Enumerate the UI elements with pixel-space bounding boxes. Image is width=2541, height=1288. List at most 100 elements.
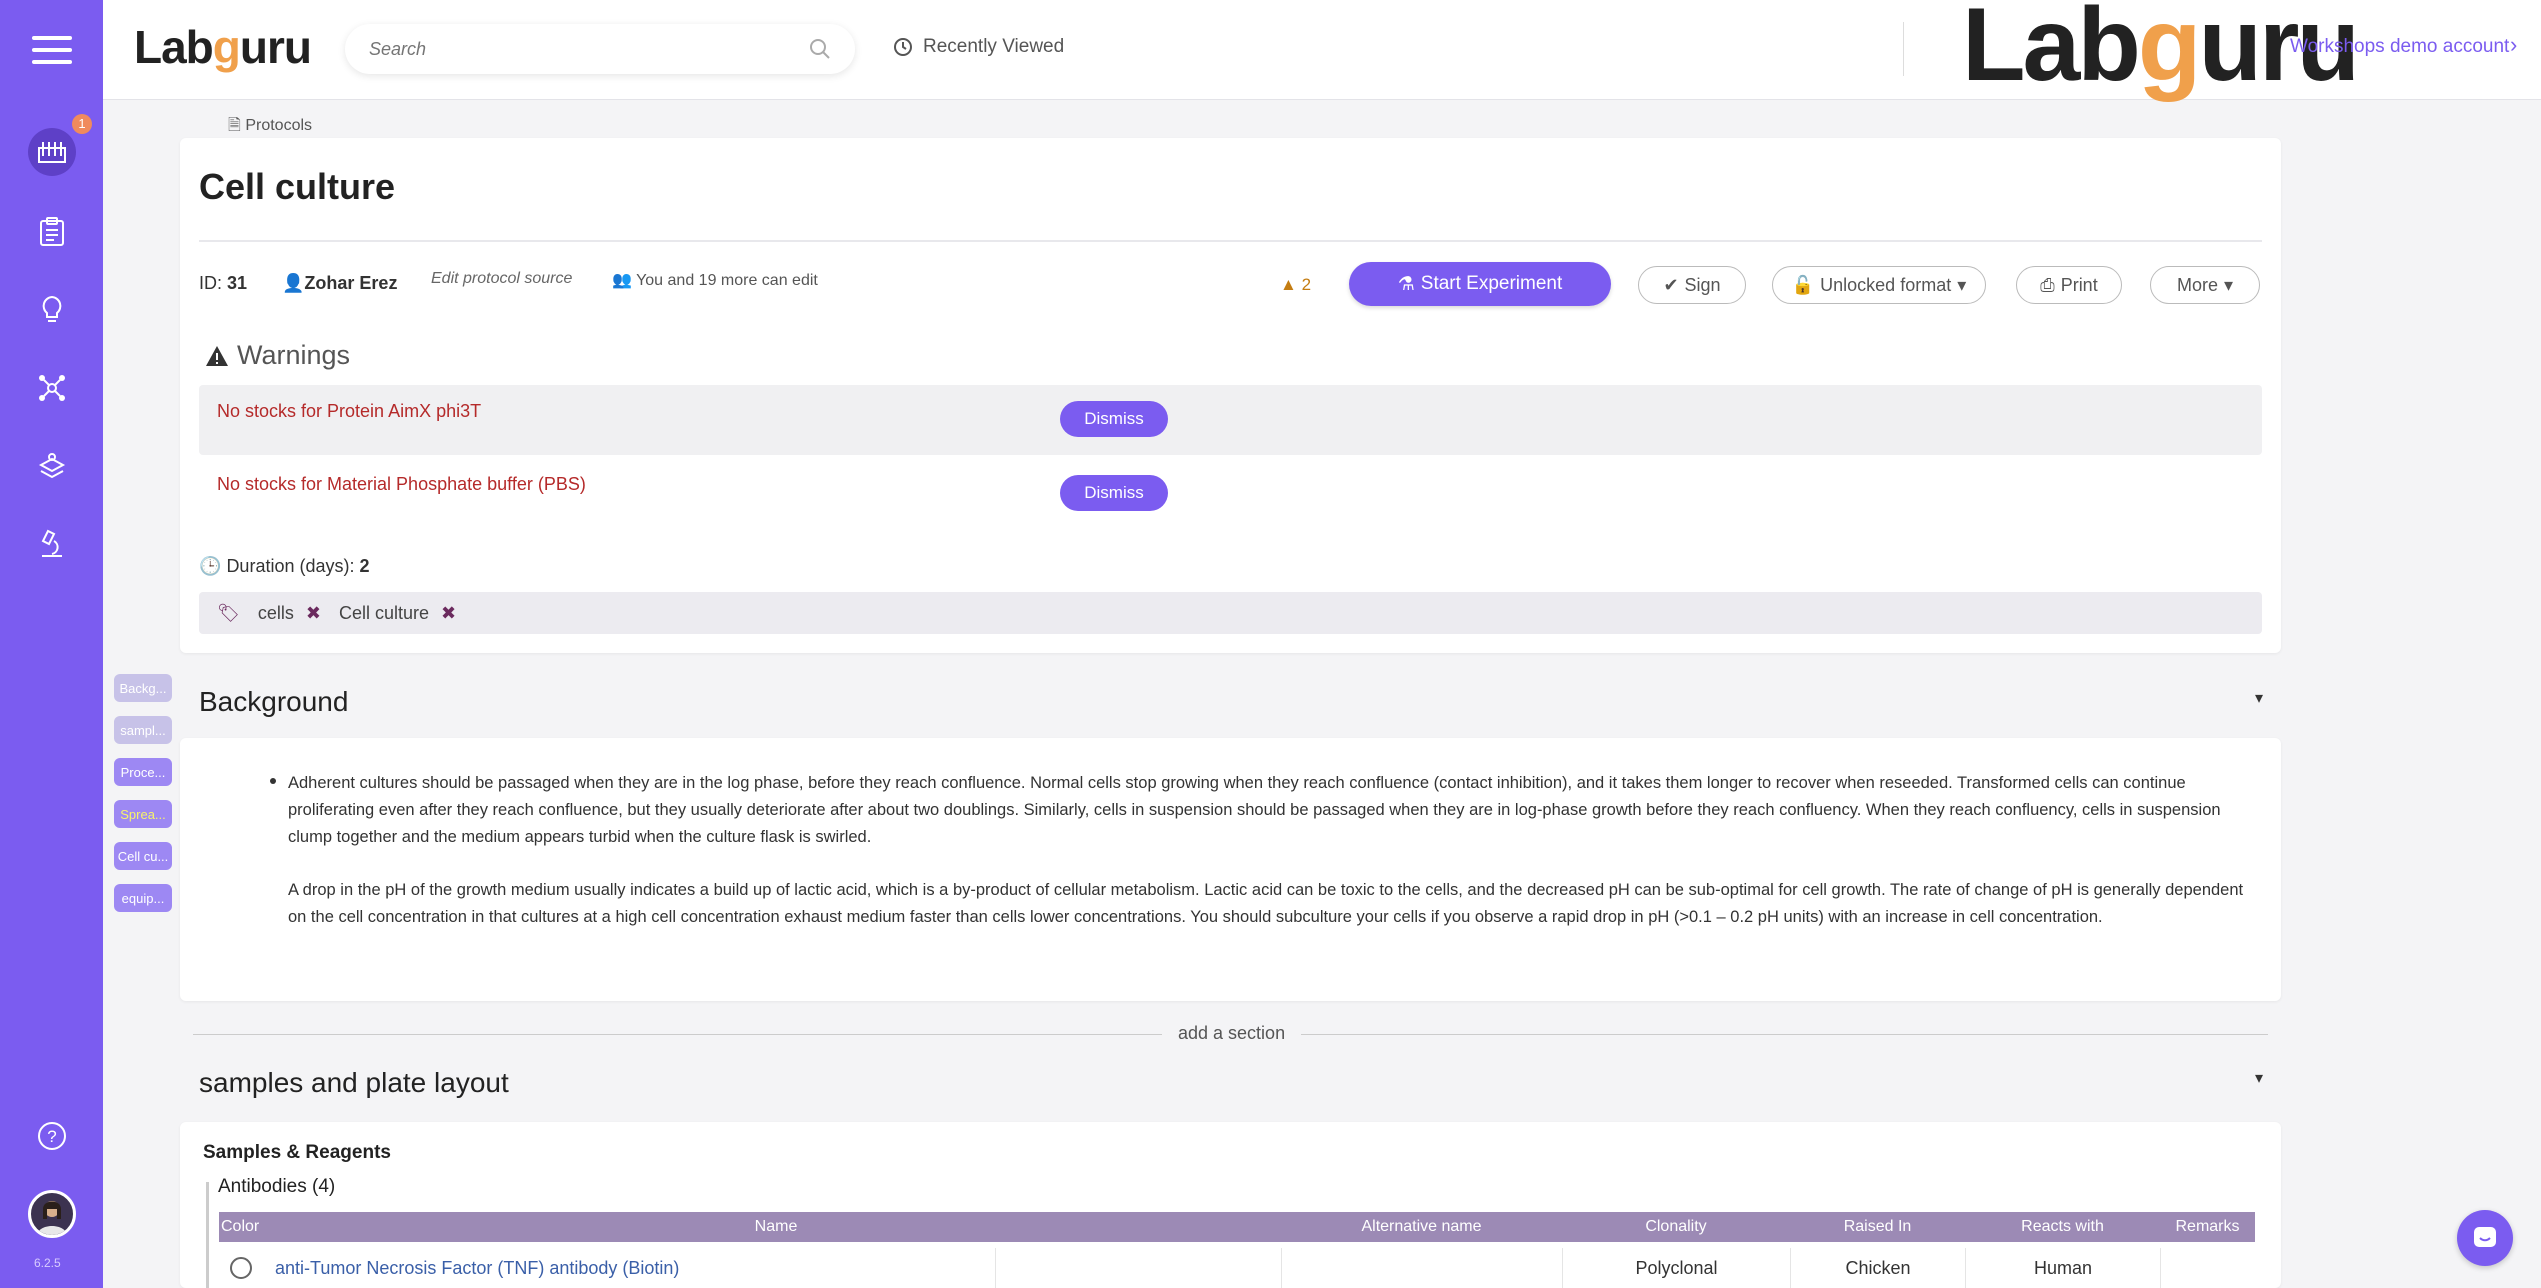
tag-label: cells [257,602,294,623]
help-icon[interactable]: ? [28,1112,76,1160]
column-header[interactable]: Alternative name [1281,1212,1562,1242]
section-nav-item[interactable]: Proce... [114,758,172,786]
owner[interactable]: 👤Zohar Erez [282,273,397,294]
collapse-caret-icon[interactable]: ▾ [2255,1068,2263,1088]
collapse-caret-icon[interactable]: ▾ [2255,688,2263,708]
clock-icon: 🕒 [199,556,222,576]
column-header[interactable]: Raised In [1790,1212,1965,1242]
lightbulb-icon[interactable] [28,286,76,334]
recently-viewed-button[interactable]: Recently Viewed [893,36,1064,58]
table-header: Color Name Alternative name Clonality Ra… [219,1212,2255,1242]
dismiss-button[interactable]: Dismiss [1060,475,1168,511]
samples-reagents-label: Samples & Reagents [203,1142,391,1163]
remove-tag-icon[interactable]: ✖ [441,603,456,624]
search-box[interactable] [345,24,855,74]
tag[interactable]: Cell culture ✖ [339,603,456,624]
chat-launcher-icon[interactable] [2457,1210,2513,1266]
user-icon: 👤 [282,273,305,293]
chevron-right-icon[interactable]: › [2510,32,2517,58]
section-title-background[interactable]: Background [199,686,348,718]
row-select-radio[interactable] [230,1257,252,1279]
background-paragraph[interactable]: A drop in the pH of the growth medium us… [288,877,2248,931]
section-nav-item[interactable]: sampl... [114,716,172,744]
section-nav-item[interactable]: Backg... [114,674,172,702]
remove-tag-icon[interactable]: ✖ [306,603,321,624]
table-row[interactable]: anti-Tumor Necrosis Factor (TNF) antibod… [219,1248,2255,1288]
warning-icon: ▲ [1280,275,1297,294]
print-button[interactable]: ⎙ Print [2016,266,2122,304]
duration-value: 2 [359,556,370,576]
search-icon[interactable] [809,38,831,60]
network-icon[interactable] [28,364,76,412]
warnings-heading: Warnings [205,340,350,371]
warning-count[interactable]: ▲ 2 [1280,275,1311,295]
title-divider [199,240,2262,242]
background-paragraph[interactable]: Adherent cultures should be passaged whe… [288,770,2248,851]
warning-text: No stocks for Material Phosphate buffer … [217,474,586,494]
warning-icon [206,345,228,366]
raised-in-cell: Chicken [1790,1248,1965,1288]
duration-label: Duration (days): [226,556,355,576]
experiments-icon[interactable] [28,128,76,176]
warning-text: No stocks for Protein AimX phi3T [217,401,482,421]
dismiss-button[interactable]: Dismiss [1060,401,1168,437]
clipboard-icon[interactable] [28,208,76,256]
tag[interactable]: cells ✖ [258,603,321,624]
header-divider [1903,22,1904,76]
print-label: Print [2060,274,2098,295]
breadcrumb: 🗎 Protocols [228,114,2236,136]
editors-info[interactable]: 👥 You and 19 more can edit [612,270,818,290]
history-icon [894,38,912,56]
section-nav-item[interactable]: Cell cu... [114,842,172,870]
flask-icon: ⚗ [1397,273,1415,295]
tag-icon[interactable]: 🏷 [217,603,240,624]
caret-down-icon: ▾ [2223,274,2234,295]
document-icon: 🗎 [228,117,241,134]
page-title[interactable]: Cell culture [199,166,395,208]
edit-protocol-source-link[interactable]: Edit protocol source [431,270,572,288]
antibodies-group[interactable]: Antibodies (4) [218,1176,335,1198]
start-experiment-label: Start Experiment [1420,273,1563,294]
tag-label: Cell culture [338,602,430,623]
hamburger-menu-icon[interactable] [32,36,72,68]
account-link[interactable]: Workshops demo account [2290,36,2509,58]
user-avatar[interactable] [28,1190,76,1238]
add-section-button[interactable]: add a section [1162,1023,1302,1044]
notification-badge: 1 [72,114,92,134]
bullet [270,778,276,784]
section-nav-item[interactable]: Sprea... [114,800,172,828]
check-icon: ✔ [1663,274,1679,295]
section-nav-item[interactable]: equip... [114,884,172,912]
id-value: 31 [227,273,248,293]
sample-name-link[interactable]: anti-Tumor Necrosis Factor (TNF) antibod… [275,1258,679,1279]
group-bar [206,1182,209,1288]
alt-name-cell [1281,1248,1562,1288]
format-dropdown[interactable]: 🔓 Unlocked format ▾ [1772,266,1986,304]
column-header[interactable]: Name [271,1212,1281,1242]
warning-count-value: 2 [1301,275,1312,294]
column-header[interactable]: Reacts with [1965,1212,2160,1242]
caret-down-icon: ▾ [1957,274,1967,295]
svg-text:?: ? [47,1127,56,1146]
more-dropdown[interactable]: More ▾ [2150,266,2260,304]
section-title-samples[interactable]: samples and plate layout [199,1067,509,1099]
start-experiment-button[interactable]: ⚗ Start Experiment [1349,262,1611,306]
microscope-icon[interactable] [28,520,76,568]
storage-icon[interactable] [28,442,76,490]
owner-name: Zohar Erez [304,273,398,293]
editors-label: You and 19 more can edit [636,272,818,289]
duration[interactable]: 🕒 Duration (days): 2 [199,556,370,577]
remarks-cell [2160,1248,2255,1288]
lock-icon: 🔓 [1791,274,1815,295]
sign-button[interactable]: ✔ Sign [1638,266,1746,304]
column-header[interactable]: Remarks [2160,1212,2255,1242]
clonality-cell: Polyclonal [1562,1248,1790,1288]
column-header[interactable]: Color [219,1212,271,1242]
printer-icon: ⎙ [2040,274,2055,295]
recently-viewed-label: Recently Viewed [923,36,1065,57]
column-header[interactable]: Clonality [1562,1212,1790,1242]
search-input[interactable] [369,38,769,60]
breadcrumb-protocols[interactable]: Protocols [245,117,312,134]
id-label: ID: [199,273,223,293]
app-logo[interactable]: Labguru [134,20,312,74]
